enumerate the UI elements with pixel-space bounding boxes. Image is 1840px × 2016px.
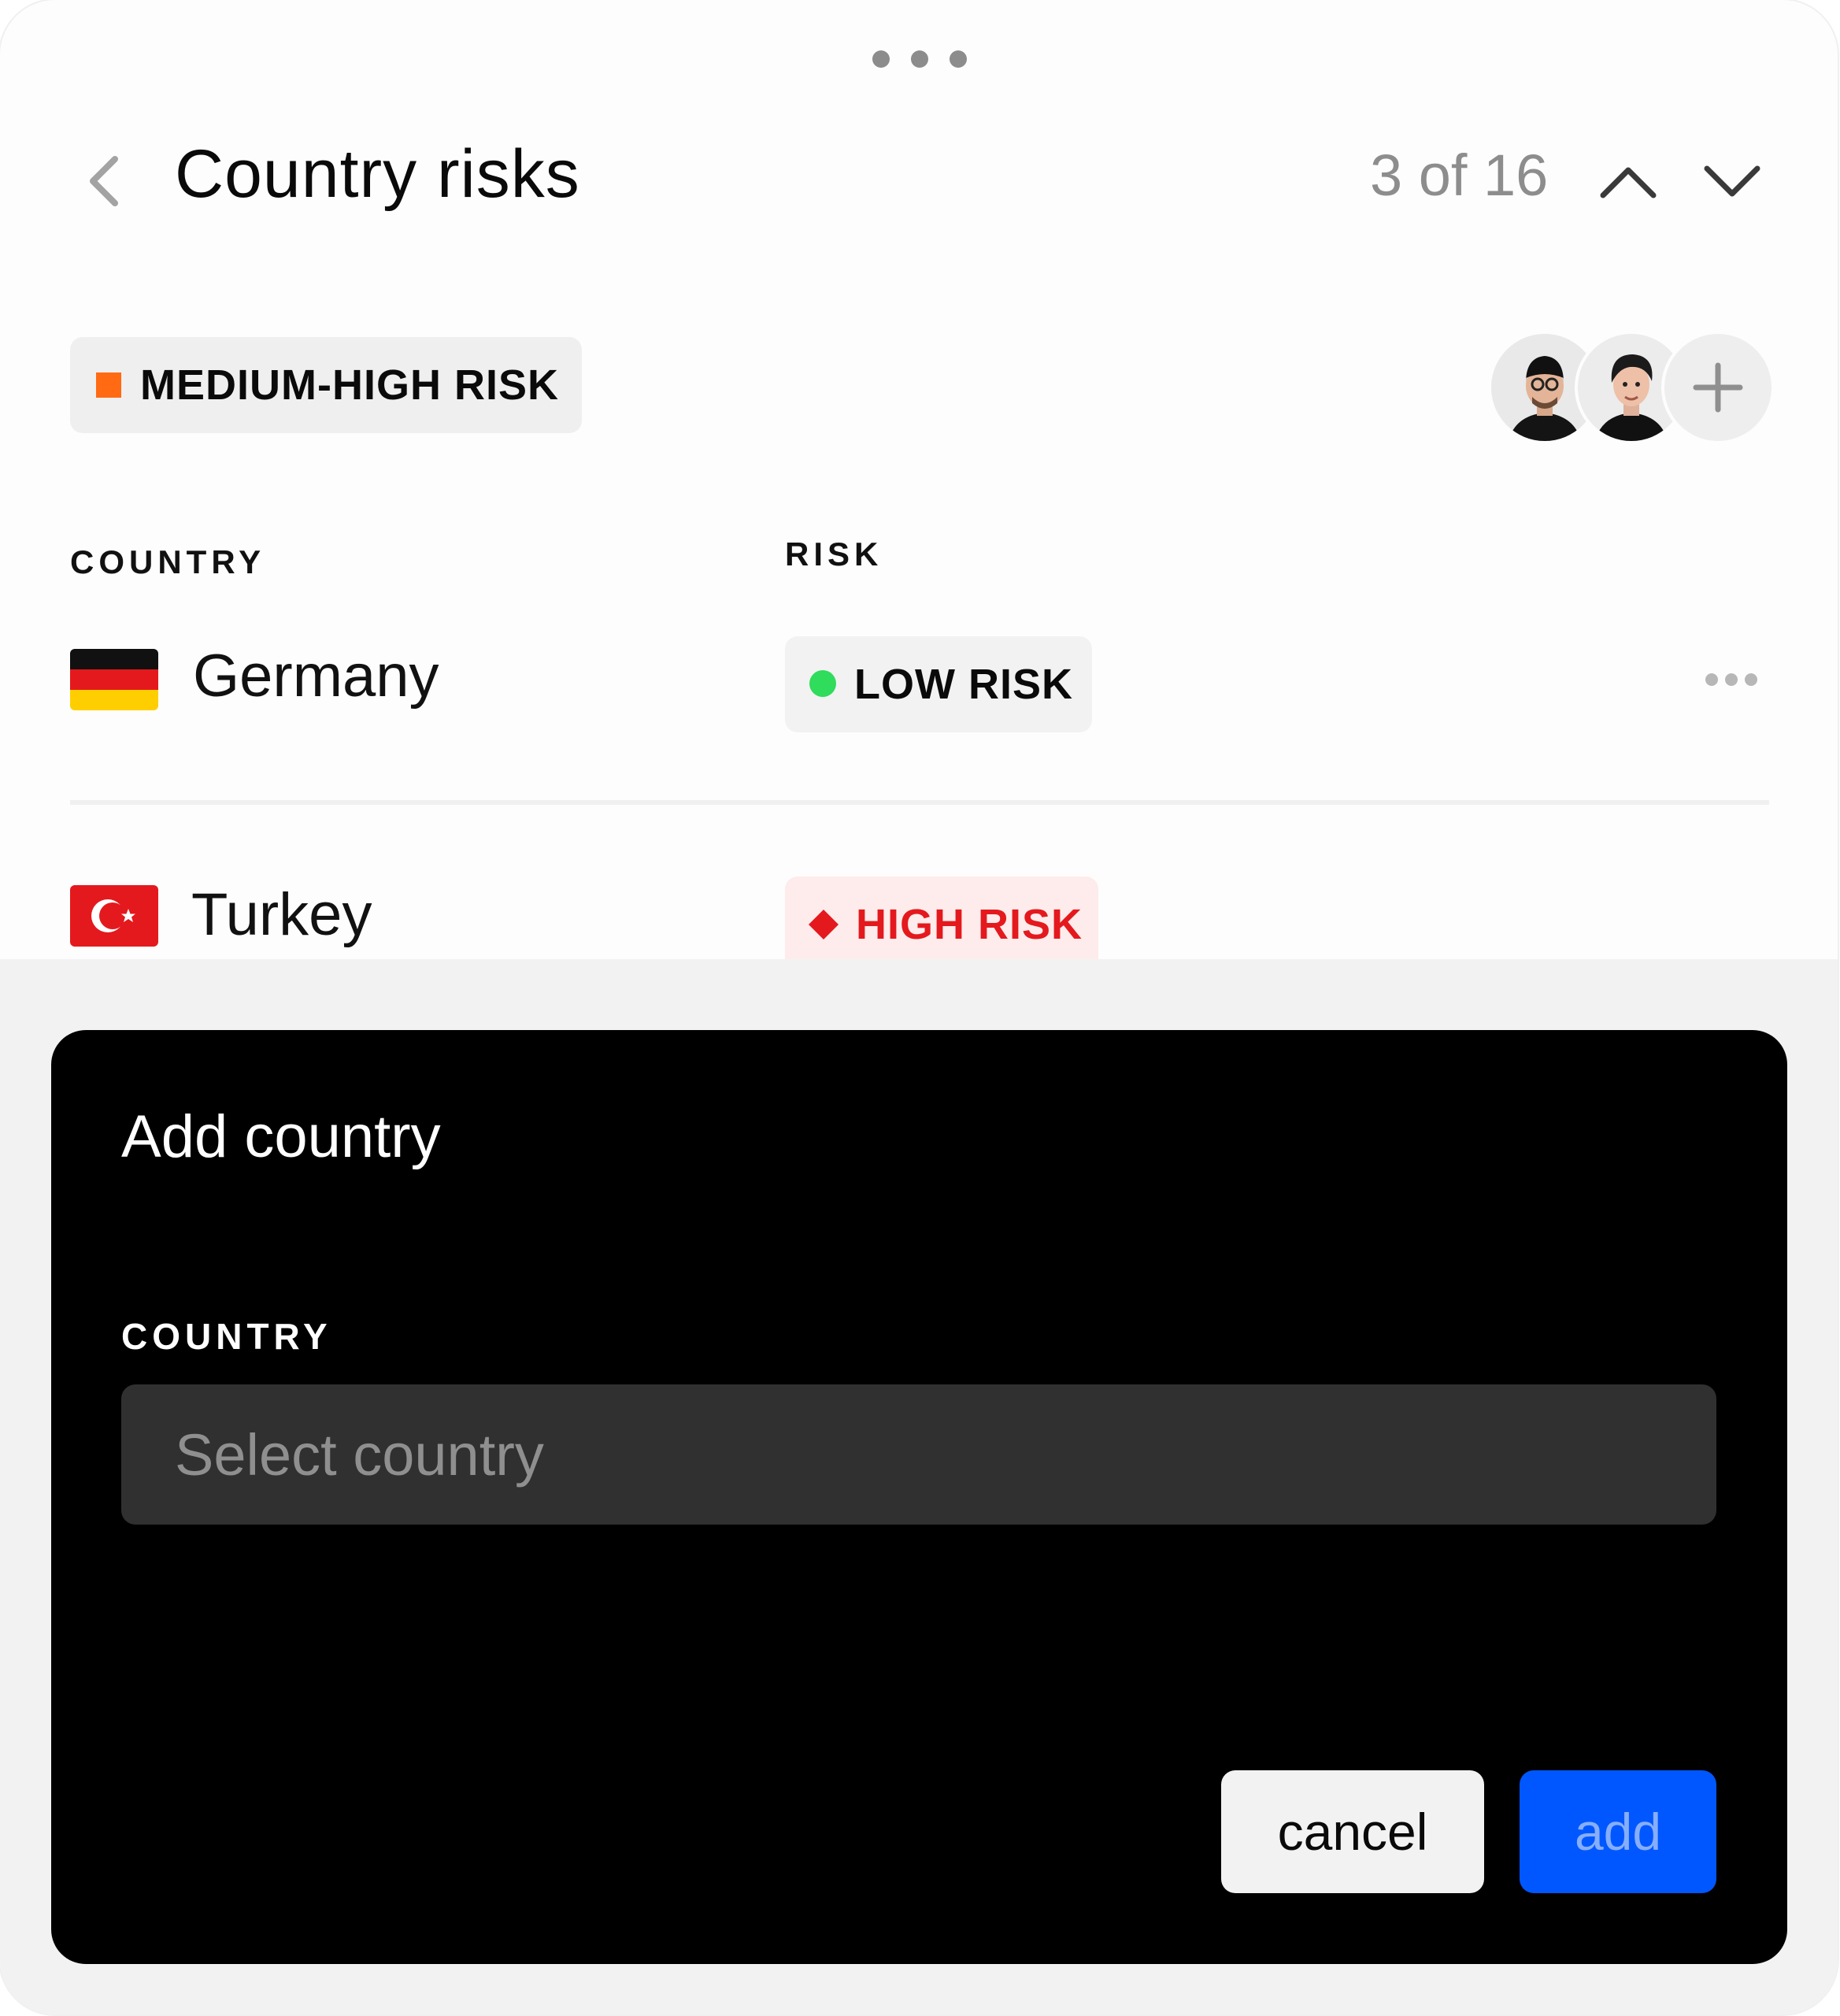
- back-chevron-icon[interactable]: [79, 150, 134, 213]
- page-title: Country risks: [175, 136, 580, 212]
- country-select-input[interactable]: [121, 1384, 1716, 1525]
- risk-label: LOW RISK: [854, 661, 1073, 708]
- turkey-flag-icon: [70, 885, 158, 947]
- assignee-group: [1488, 331, 1775, 444]
- country-field-label: COUNTRY: [121, 1316, 332, 1357]
- overall-risk-badge: MEDIUM-HIGH RISK: [70, 337, 582, 433]
- add-assignee-button[interactable]: [1661, 331, 1775, 444]
- row-divider: [70, 800, 1769, 805]
- add-country-dialog: Add country COUNTRY cancel add: [51, 1030, 1787, 1964]
- drag-handle[interactable]: [872, 50, 967, 68]
- overall-risk-label: MEDIUM-HIGH RISK: [140, 361, 559, 409]
- risk-label: HIGH RISK: [856, 901, 1083, 948]
- more-options-icon[interactable]: [1705, 673, 1757, 691]
- chevron-down-icon[interactable]: [1701, 158, 1764, 205]
- high-risk-badge: HIGH RISK: [785, 876, 1098, 973]
- country-risks-panel: Country risks 3 of 16 MEDIUM-HIGH RISK C…: [0, 0, 1838, 2014]
- add-button[interactable]: add: [1520, 1770, 1716, 1893]
- column-header-country: COUNTRY: [70, 543, 266, 580]
- dialog-title: Add country: [121, 1103, 441, 1170]
- germany-flag-icon: [70, 649, 158, 710]
- green-dot-icon: [809, 670, 836, 697]
- low-risk-badge: LOW RISK: [785, 636, 1092, 732]
- chevron-up-icon[interactable]: [1597, 158, 1660, 205]
- cancel-button[interactable]: cancel: [1221, 1770, 1484, 1893]
- country-name: Germany: [193, 643, 439, 710]
- country-name: Turkey: [191, 881, 372, 948]
- red-diamond-icon: [809, 910, 839, 939]
- column-header-risk: RISK: [785, 536, 883, 573]
- risk-square-icon: [96, 372, 121, 398]
- pager-counter: 3 of 16: [1370, 143, 1549, 208]
